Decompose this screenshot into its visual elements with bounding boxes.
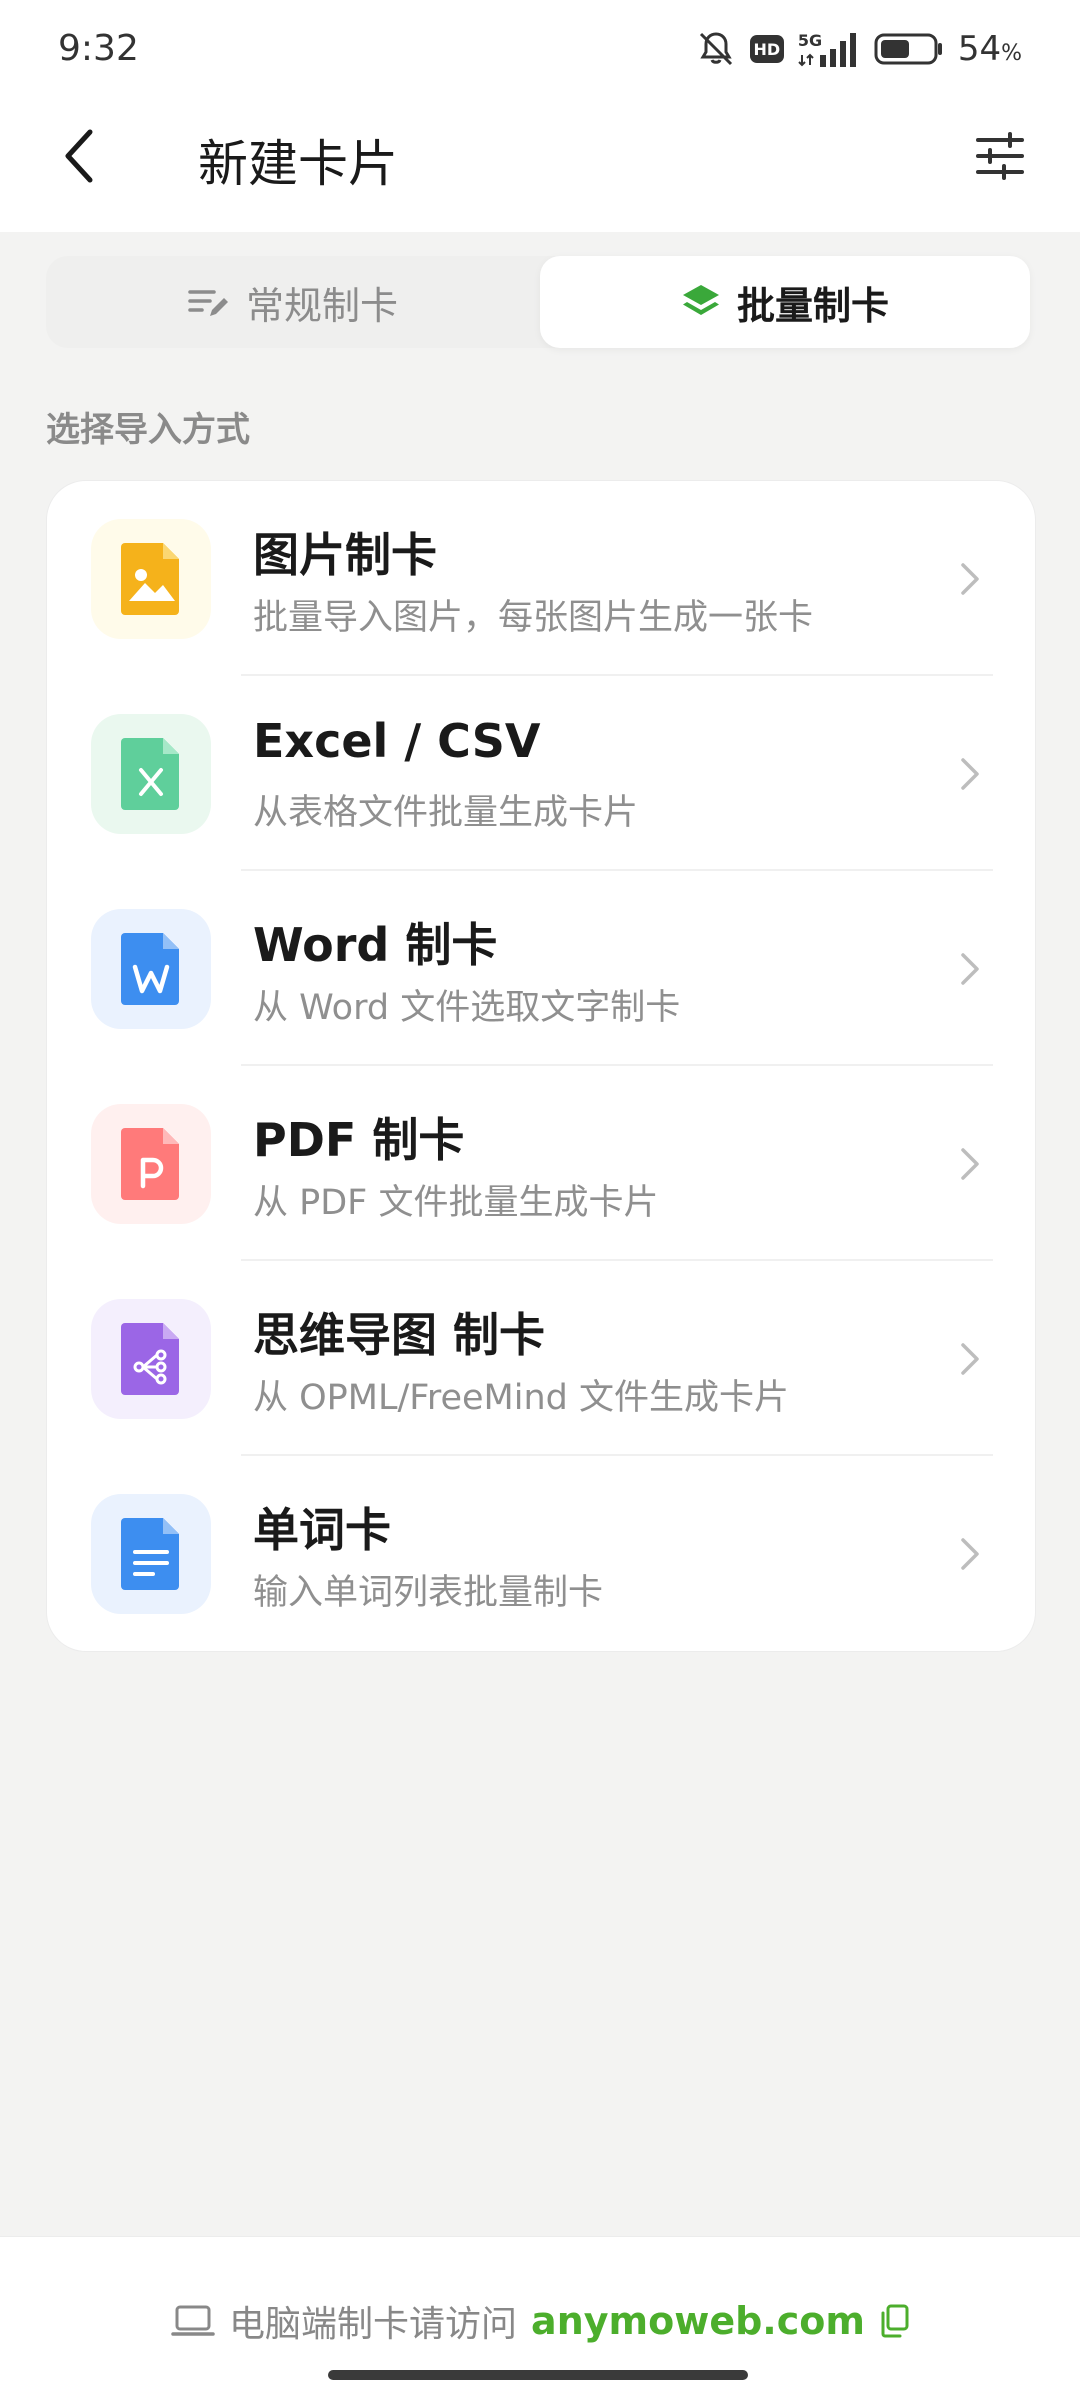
- chevron-right-icon: [961, 1148, 979, 1180]
- tab-normal-label: 常规制卡: [245, 283, 398, 328]
- item-subtitle: 从表格文件批量生成卡片: [253, 793, 639, 833]
- pdf-icon-bg: [91, 1104, 211, 1224]
- item-title: PDF 制卡: [253, 1113, 465, 1167]
- tab-batch-label: 批量制卡: [736, 283, 889, 328]
- list-item-vocabulary[interactable]: 单词卡 输入单词列表批量制卡: [47, 1456, 1037, 1651]
- status-icons: HD 5G 54%: [696, 24, 1022, 74]
- page: 9:32 HD 5G 54% 新建卡片 常规制卡 批量制卡 选择导入方式 图片制…: [0, 0, 1080, 2400]
- import-options-list: 图片制卡 批量导入图片，每张图片生成一张卡 Excel / CSV 从表格文件批…: [46, 480, 1036, 1652]
- item-title: Word 制卡: [253, 918, 498, 972]
- list-item-word[interactable]: Word 制卡 从 Word 文件选取文字制卡: [47, 871, 1037, 1066]
- home-indicator[interactable]: [328, 2370, 748, 2380]
- footer-text: 电脑端制卡请访问: [229, 2304, 518, 2345]
- section-label: 选择导入方式: [46, 410, 250, 450]
- word-file-icon: [121, 933, 179, 1005]
- page-title: 新建卡片: [198, 135, 398, 193]
- sliders-icon: [976, 132, 1024, 180]
- tab-normal-card[interactable]: 常规制卡: [46, 256, 540, 348]
- item-subtitle: 批量导入图片，每张图片生成一张卡: [253, 598, 814, 638]
- list-item-mindmap[interactable]: 思维导图 制卡 从 OPML/FreeMind 文件生成卡片: [47, 1261, 1037, 1456]
- item-title: 图片制卡: [253, 528, 437, 582]
- status-time: 9:32: [58, 28, 139, 69]
- edit-list-icon: [188, 290, 228, 316]
- list-item-image[interactable]: 图片制卡 批量导入图片，每张图片生成一张卡: [47, 481, 1037, 676]
- item-title: 思维导图 制卡: [253, 1308, 546, 1362]
- item-subtitle: 输入单词列表批量制卡: [253, 1573, 604, 1613]
- top-bar: 9:32 HD 5G 54% 新建卡片: [0, 0, 1080, 232]
- excel-file-icon: [121, 738, 179, 810]
- bell-muted-icon: [699, 32, 732, 66]
- excel-icon-bg: [91, 714, 211, 834]
- mindmap-file-icon: [121, 1323, 179, 1395]
- item-subtitle: 从 OPML/FreeMind 文件生成卡片: [253, 1378, 789, 1418]
- list-item-excel[interactable]: Excel / CSV 从表格文件批量生成卡片: [47, 676, 1037, 871]
- vocabulary-icon-bg: [91, 1494, 211, 1614]
- copy-icon[interactable]: [879, 2304, 909, 2338]
- chevron-right-icon: [961, 1538, 979, 1570]
- network-type: 5G: [797, 31, 823, 50]
- chevron-right-icon: [961, 1343, 979, 1375]
- document-file-icon: [121, 1518, 179, 1590]
- signal-icon: 5G: [798, 29, 860, 69]
- item-subtitle: 从 Word 文件选取文字制卡: [253, 988, 681, 1028]
- item-title: 单词卡: [253, 1503, 391, 1557]
- chevron-left-icon: [65, 129, 93, 183]
- chevron-right-icon: [961, 758, 979, 790]
- mindmap-icon-bg: [91, 1299, 211, 1419]
- chevron-right-icon: [961, 953, 979, 985]
- item-title: Excel / CSV: [253, 714, 541, 768]
- word-icon-bg: [91, 909, 211, 1029]
- laptop-icon: [171, 2305, 215, 2336]
- battery-percent: 54%: [957, 29, 1022, 69]
- layers-icon: [682, 285, 719, 315]
- footer-hint: 电脑端制卡请访问 anymoweb.com: [0, 2293, 1080, 2349]
- mode-tabs: 常规制卡 批量制卡: [46, 256, 1030, 348]
- back-button[interactable]: [48, 120, 108, 192]
- image-file-icon: [121, 543, 179, 615]
- chevron-right-icon: [961, 563, 979, 595]
- list-item-pdf[interactable]: PDF 制卡 从 PDF 文件批量生成卡片: [47, 1066, 1037, 1261]
- website-link[interactable]: anymoweb.com: [531, 2299, 865, 2343]
- settings-button[interactable]: [968, 124, 1032, 188]
- image-icon-bg: [91, 519, 211, 639]
- tab-batch-card[interactable]: 批量制卡: [540, 256, 1030, 348]
- pdf-file-icon: [121, 1128, 179, 1200]
- battery-icon: [874, 33, 942, 65]
- item-subtitle: 从 PDF 文件批量生成卡片: [253, 1183, 659, 1223]
- hd-badge: HD: [749, 35, 784, 63]
